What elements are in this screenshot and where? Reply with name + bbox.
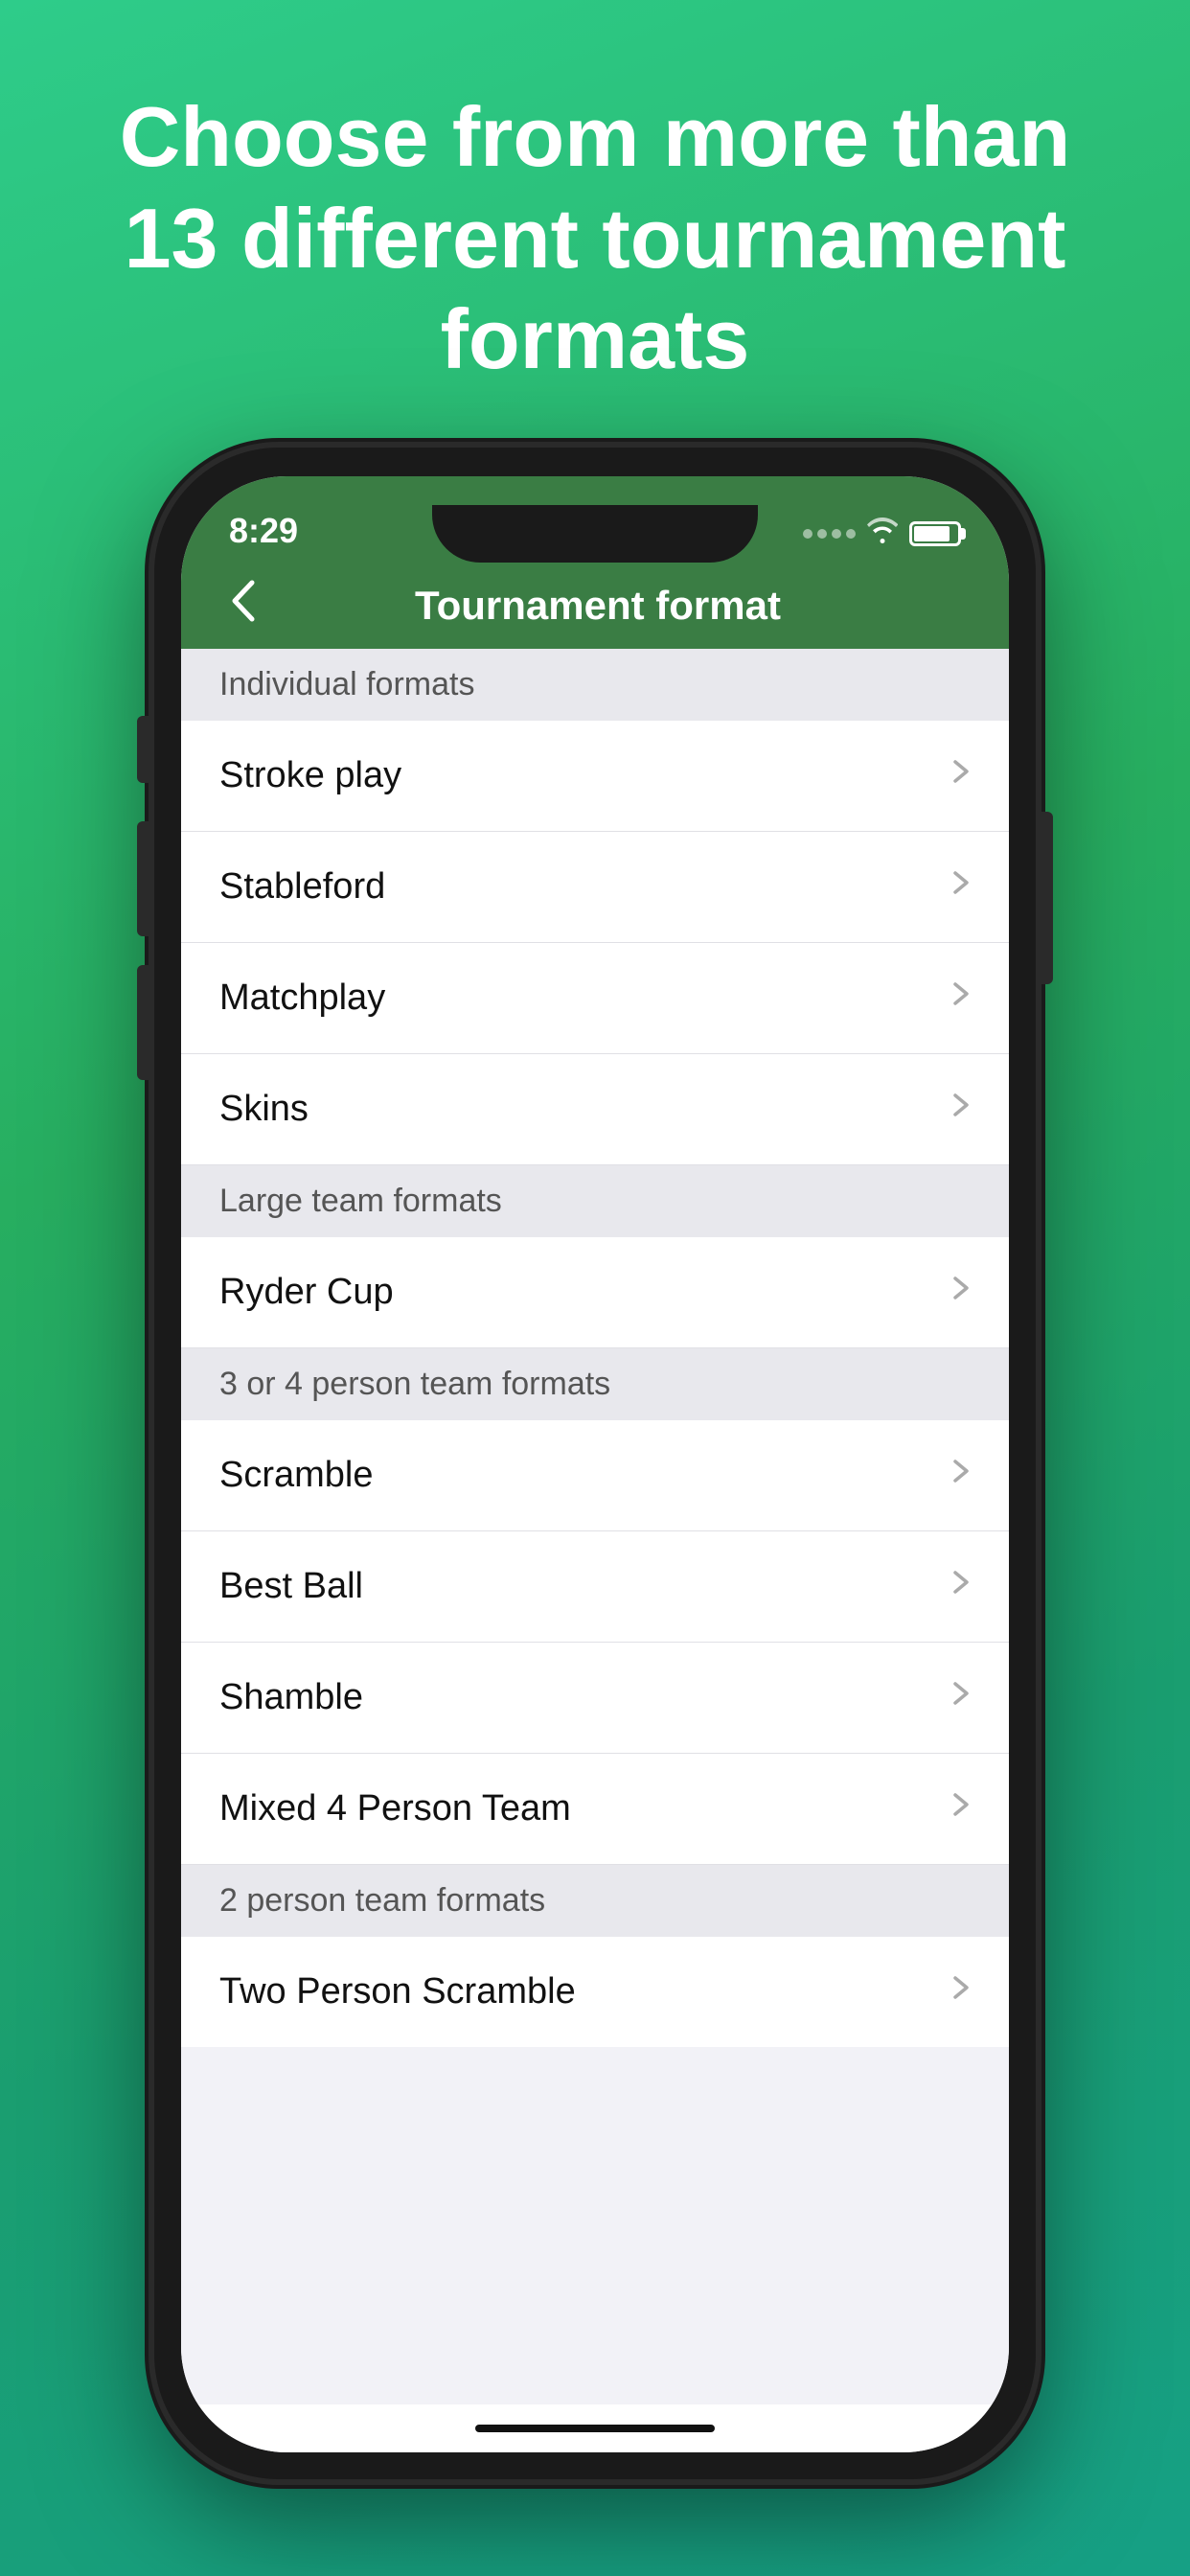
chevron-down-icon <box>951 1273 971 1311</box>
list-item[interactable]: Stableford <box>181 832 1009 943</box>
content-area: Individual formats Stroke play Stableford… <box>181 649 1009 2404</box>
section-header-individual: Individual formats <box>181 649 1009 721</box>
status-time: 8:29 <box>229 511 298 551</box>
wifi-icon <box>867 518 898 551</box>
list-item-label: Two Person Scramble <box>219 1971 576 2012</box>
list-item[interactable]: Stroke play <box>181 721 1009 832</box>
list-item[interactable]: Shamble <box>181 1643 1009 1754</box>
list-item-label: Stroke play <box>219 755 401 796</box>
battery-fill <box>914 526 950 541</box>
signal-dot-2 <box>817 529 827 539</box>
notch <box>432 505 758 563</box>
chevron-down-icon <box>951 1456 971 1494</box>
volume-down-button <box>137 965 154 1080</box>
list-item-label: Best Ball <box>219 1566 363 1607</box>
list-item[interactable]: Mixed 4 Person Team <box>181 1754 1009 1865</box>
list-item[interactable]: Two Person Scramble <box>181 1937 1009 2047</box>
signal-indicator <box>803 529 856 539</box>
list-item-label: Scramble <box>219 1455 374 1496</box>
list-item-label: Ryder Cup <box>219 1272 394 1313</box>
list-item[interactable]: Matchplay <box>181 943 1009 1054</box>
section-header-3-4-person: 3 or 4 person team formats <box>181 1348 1009 1420</box>
hero-title: Choose from more than 13 different tourn… <box>0 0 1190 448</box>
chevron-down-icon <box>951 867 971 906</box>
chevron-down-icon <box>951 1567 971 1605</box>
back-button[interactable] <box>219 569 265 642</box>
power-button <box>1036 812 1053 984</box>
home-bar <box>475 2425 715 2432</box>
battery-icon <box>909 521 961 546</box>
chevron-down-icon <box>951 1789 971 1828</box>
list-item[interactable]: Scramble <box>181 1420 1009 1531</box>
status-icons <box>803 518 961 551</box>
signal-dot-3 <box>832 529 841 539</box>
volume-up-button <box>137 821 154 936</box>
list-item-label: Matchplay <box>219 978 385 1019</box>
list-item-label: Mixed 4 Person Team <box>219 1788 571 1829</box>
chevron-down-icon <box>951 1972 971 2011</box>
chevron-down-icon <box>951 1678 971 1716</box>
navigation-bar: Tournament format <box>181 563 1009 649</box>
list-item-label: Skins <box>219 1089 309 1130</box>
chevron-down-icon <box>951 756 971 794</box>
home-indicator <box>181 2404 1009 2452</box>
chevron-down-icon <box>951 978 971 1017</box>
section-header-large-team: Large team formats <box>181 1165 1009 1237</box>
nav-title: Tournament format <box>275 583 921 629</box>
volume-silent-button <box>137 716 154 783</box>
phone-screen: 8:29 <box>181 476 1009 2452</box>
hero-section: Choose from more than 13 different tourn… <box>0 0 1190 448</box>
section-header-2-person: 2 person team formats <box>181 1865 1009 1937</box>
signal-dot-4 <box>846 529 856 539</box>
phone-device: 8:29 <box>154 448 1036 2479</box>
phone-bezel: 8:29 <box>154 448 1036 2479</box>
list-item-label: Shamble <box>219 1677 363 1718</box>
list-item[interactable]: Best Ball <box>181 1531 1009 1643</box>
signal-dot-1 <box>803 529 812 539</box>
list-item[interactable]: Skins <box>181 1054 1009 1165</box>
chevron-down-icon <box>951 1090 971 1128</box>
list-item[interactable]: Ryder Cup <box>181 1237 1009 1348</box>
list-item-label: Stableford <box>219 866 385 908</box>
